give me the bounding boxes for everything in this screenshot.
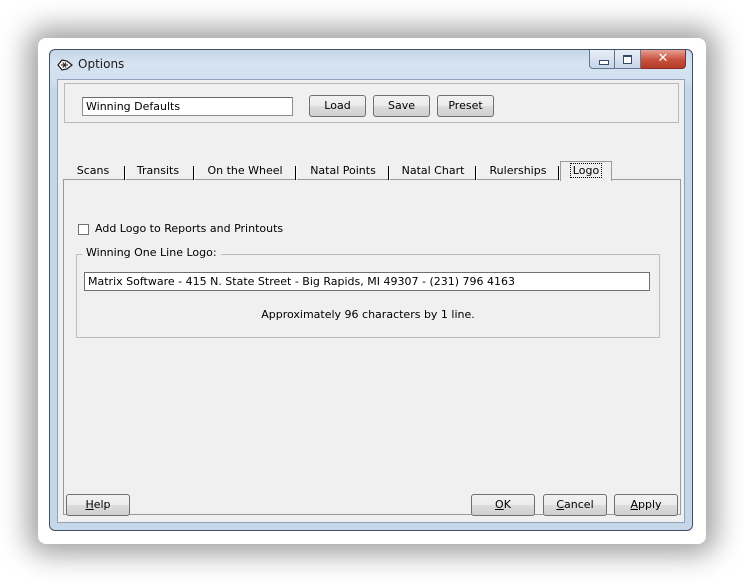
ok-label: K [503,498,511,511]
tab-strip: Scans Transits On the Wheel Natal Points… [64,161,680,181]
preset-name-input[interactable]: Winning Defaults [82,97,293,116]
help-mnemonic: H [85,498,94,511]
preset-group: Winning Defaults Load Save Preset [64,83,679,123]
tab-transits[interactable]: Transits [128,161,188,181]
tab-separator [193,166,195,180]
tab-natal-points[interactable]: Natal Points [299,161,387,181]
tab-rulerships[interactable]: Rulerships [479,161,557,181]
title-bar[interactable]: Options ✕ [50,50,692,78]
load-button[interactable]: Load [309,95,366,117]
app-icon [57,57,73,73]
tab-on-the-wheel[interactable]: On the Wheel [197,161,293,181]
caption-buttons: ✕ [589,50,686,70]
ok-button[interactable]: OK [471,494,535,516]
tab-scans[interactable]: Scans [68,161,118,181]
tab-natal-chart[interactable]: Natal Chart [392,161,474,181]
dialog-client-area: Winning Defaults Load Save Preset Scans … [57,79,685,523]
logo-text-input[interactable]: Matrix Software - 415 N. State Street - … [84,272,650,291]
close-icon: ✕ [657,51,669,66]
logo-groupbox [76,254,660,338]
save-button[interactable]: Save [373,95,430,117]
add-logo-label[interactable]: Add Logo to Reports and Printouts [95,222,283,235]
cancel-mnemonic: C [556,498,565,511]
tab-separator [475,166,477,180]
cancel-button[interactable]: Cancel [543,494,607,516]
cancel-label: ancel [564,498,594,511]
apply-mnemonic: A [630,498,638,511]
tab-separator [295,166,297,180]
logo-groupbox-label: Winning One Line Logo: [82,246,221,259]
logo-length-hint: Approximately 96 characters by 1 line. [261,308,475,321]
options-dialog: Options ✕ Winning Defaults Load Save Pre… [49,49,693,531]
tab-logo[interactable]: Logo [560,161,612,181]
ok-mnemonic: O [495,498,504,511]
tab-separator [124,166,126,180]
window-title: Options [78,57,125,71]
preset-button[interactable]: Preset [437,95,494,117]
close-button[interactable]: ✕ [641,50,686,69]
help-button[interactable]: Help [66,494,130,516]
minimize-button[interactable] [589,50,615,69]
maximize-button[interactable] [615,50,641,69]
apply-button[interactable]: Apply [614,494,678,516]
help-label: elp [93,498,111,511]
apply-label: pply [638,498,662,511]
tab-logo-label: Logo [569,163,603,178]
add-logo-checkbox[interactable] [78,224,89,235]
tab-separator [388,166,390,180]
